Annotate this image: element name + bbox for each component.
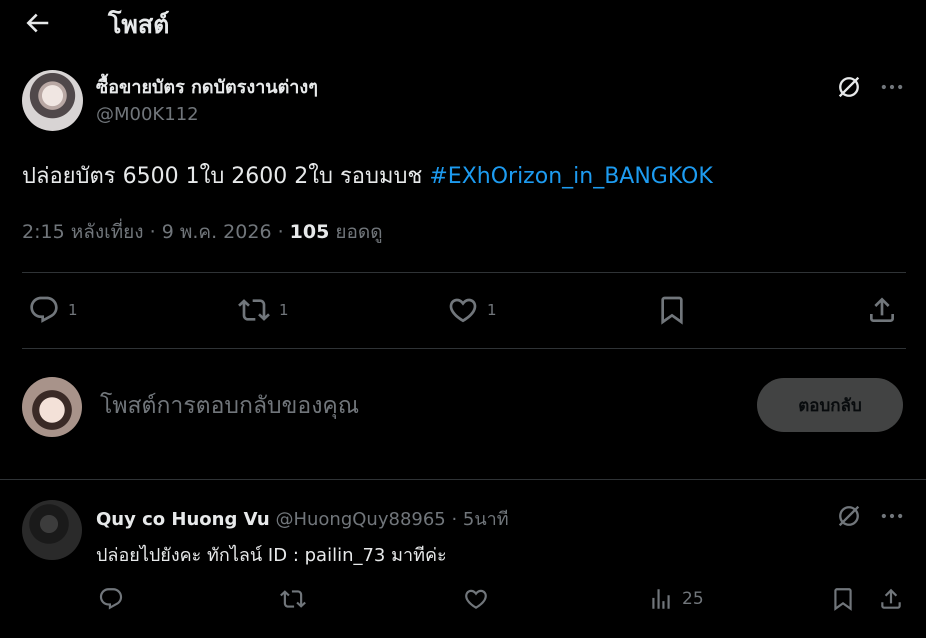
reply-views-button[interactable]: 25: [648, 586, 704, 612]
share-button[interactable]: [866, 294, 898, 326]
back-arrow-icon: [26, 13, 49, 33]
divider: [0, 479, 926, 480]
repost-icon: [238, 299, 270, 321]
repost-count: 1: [279, 301, 289, 319]
share-icon: [881, 588, 901, 609]
reply-reply-button[interactable]: [98, 586, 124, 612]
post-meta: 2:15 หลังเที่ยง · 9 พ.ค. 2026 · 105 ยอดด…: [22, 217, 383, 247]
separator-dot: ·: [445, 509, 463, 530]
reply-text: ปล่อยไปยังคะ ทักไลน์ ID : pailin_73 มาที…: [96, 545, 447, 566]
page-title: โพสต์: [108, 10, 170, 39]
reply-icon: [30, 296, 58, 323]
bookmark-icon: [661, 296, 683, 325]
grok-icon[interactable]: [835, 73, 863, 101]
like-icon: [449, 298, 477, 323]
author-name[interactable]: ซื้อขายบัตร กดบัตรงานต่างๆ: [96, 72, 318, 101]
reply-view-count: 25: [682, 589, 704, 609]
reply-header: Quy co Huong Vu @HuongQuy88965 · 5นาที: [96, 504, 509, 533]
author-avatar[interactable]: [22, 70, 83, 131]
repost-icon: [280, 590, 306, 608]
reply-author-handle[interactable]: @HuongQuy88965: [275, 509, 445, 530]
view-count: 105: [289, 221, 330, 243]
reply-repost-button[interactable]: [279, 586, 307, 612]
post-body: ปล่อยบัตร 6500 1ใบ 2600 2ใบ รอบมบช: [22, 164, 430, 189]
like-button[interactable]: 1: [447, 294, 497, 326]
hashtag-link[interactable]: #EXhOrizon_in_BANGKOK: [429, 164, 712, 189]
divider: [22, 272, 906, 273]
author-handle[interactable]: @M00K112: [96, 104, 199, 125]
reply-author-avatar[interactable]: [22, 500, 82, 560]
reply-author-name[interactable]: Quy co Huong Vu: [96, 509, 270, 530]
top-bar: โพสต์: [0, 0, 926, 50]
reply-like-button[interactable]: [463, 586, 489, 612]
reply-icon: [99, 588, 123, 610]
like-icon: [465, 589, 487, 609]
reply-time[interactable]: 5นาที: [463, 509, 509, 530]
current-user-avatar[interactable]: [22, 377, 82, 437]
views-label: ยอดดู: [329, 221, 383, 243]
divider: [22, 348, 906, 349]
more-icon[interactable]: [878, 502, 906, 530]
grok-icon[interactable]: [835, 502, 863, 530]
reply-button[interactable]: 1: [28, 294, 78, 326]
reply-bookmark-button[interactable]: [830, 586, 856, 612]
reply-share-button[interactable]: [878, 586, 904, 612]
views-icon: [652, 589, 670, 609]
reply-count: 1: [68, 301, 78, 319]
like-count: 1: [487, 301, 497, 319]
repost-button[interactable]: 1: [237, 294, 289, 326]
reply-submit-button[interactable]: ตอบกลับ: [757, 378, 903, 432]
post-time[interactable]: 2:15 หลังเที่ยง · 9 พ.ค. 2026 ·: [22, 221, 290, 243]
reply-input[interactable]: [100, 388, 720, 424]
share-icon: [870, 297, 894, 322]
bookmark-button[interactable]: [656, 294, 688, 326]
post-text: ปล่อยบัตร 6500 1ใบ 2600 2ใบ รอบมบช #EXhO…: [22, 158, 713, 193]
more-icon[interactable]: [878, 73, 906, 101]
bookmark-icon: [834, 588, 852, 611]
back-button[interactable]: [22, 8, 52, 38]
